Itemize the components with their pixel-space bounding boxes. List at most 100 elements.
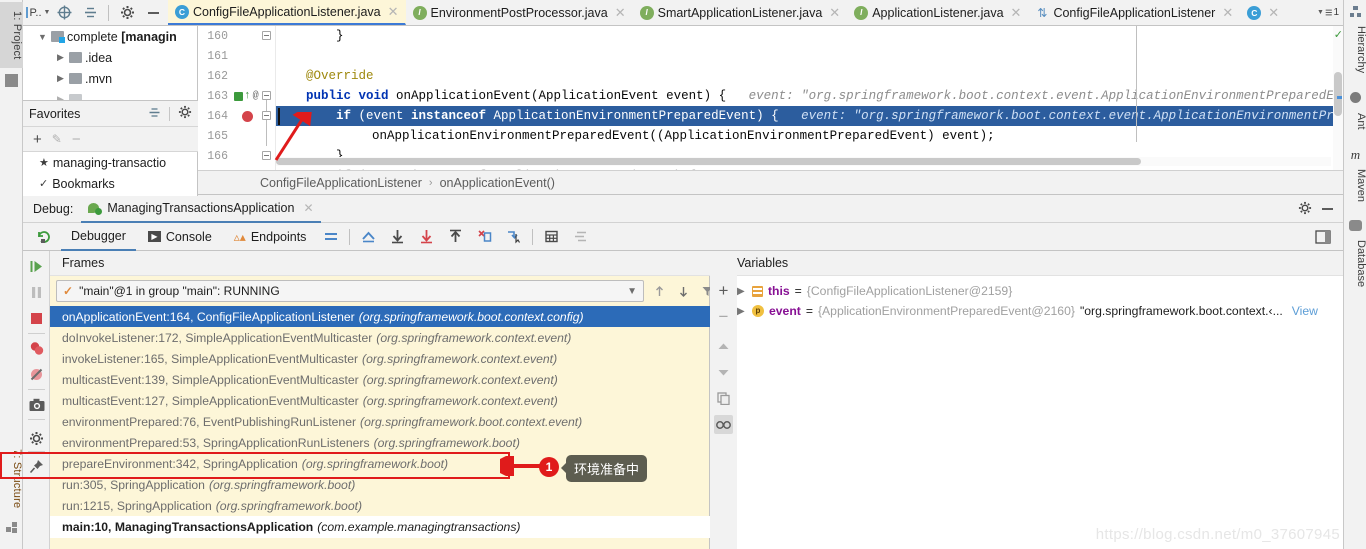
minimize-icon[interactable] [1322, 208, 1333, 210]
database-tab[interactable]: Database [1344, 234, 1366, 294]
watches-icon[interactable] [714, 415, 733, 434]
project-view-selector[interactable]: P.. ▼ [25, 2, 50, 24]
table-row[interactable]: multicastEvent:127, SimpleApplicationEve… [50, 390, 710, 411]
tab-environment-post-processor[interactable]: I EnvironmentPostProcessor.java ✕ [406, 0, 633, 25]
close-icon[interactable]: ✕ [1011, 5, 1022, 21]
remove-icon[interactable]: − [72, 132, 81, 147]
tab-extra[interactable]: C ✕ [1240, 0, 1286, 25]
vertical-scrollbar[interactable]: ✓ [1333, 26, 1343, 170]
list-item[interactable]: ★ managing-transactio [23, 152, 197, 173]
copy-icon[interactable] [714, 389, 733, 408]
variable-row-event[interactable]: ▶ p event = {ApplicationEnvironmentPrepa… [737, 301, 1318, 321]
collapse-all-icon[interactable] [79, 2, 101, 24]
move-down-icon[interactable] [714, 363, 733, 382]
tab-smart-application-listener[interactable]: I SmartApplicationListener.java ✕ [633, 0, 848, 25]
remove-icon[interactable]: − [714, 307, 733, 326]
fold-marker-icon[interactable] [262, 111, 271, 120]
tab-list-icon[interactable]: ▼ 1 [1317, 2, 1339, 24]
settings-icon[interactable] [27, 429, 46, 448]
gear-icon[interactable] [178, 105, 192, 122]
structure-tool-tab[interactable]: 7: Structure [0, 440, 23, 518]
chevron-right-icon[interactable]: ▶ [55, 73, 66, 84]
breakpoint-icon[interactable] [242, 110, 253, 122]
frames-list[interactable]: onApplicationEvent:164, ConfigFileApplic… [50, 306, 710, 549]
arrow-up-icon[interactable] [648, 280, 670, 302]
gear-icon[interactable] [116, 2, 138, 24]
bookmark-icon[interactable] [234, 91, 243, 101]
editor-gutter[interactable]: 160 161 162 163 ↑ @ 164 165 166 [198, 26, 276, 170]
restore-layout-icon[interactable] [1315, 229, 1343, 244]
layout-icon[interactable] [318, 231, 344, 243]
thread-selector[interactable]: ✓ "main"@1 in group "main": RUNNING ▼ [56, 280, 644, 302]
pin-icon[interactable] [27, 457, 46, 476]
debug-session-tab[interactable]: ManagingTransactionsApplication ✕ [81, 196, 321, 223]
settings-list-icon[interactable] [567, 229, 594, 244]
table-row[interactable]: multicastEvent:139, SimpleApplicationEve… [50, 369, 710, 390]
table-row[interactable]: environmentPrepared:53, SpringApplicatio… [50, 432, 710, 453]
implementing-method-icon[interactable]: ↑ [244, 90, 251, 102]
project-tool-tab[interactable]: 1: Project [0, 2, 23, 68]
close-icon[interactable]: ✕ [303, 201, 313, 215]
tab-application-listener[interactable]: I ApplicationListener.java ✕ [847, 0, 1028, 25]
view-breakpoints-icon[interactable] [27, 339, 46, 358]
tab-config-file-application-listener[interactable]: C ConfigFileApplicationListener.java ✕ [168, 0, 406, 25]
crosshair-icon[interactable] [53, 2, 75, 24]
pause-program-icon[interactable] [27, 283, 46, 302]
table-row[interactable]: main:10, ManagingTransactionsApplication… [50, 516, 710, 538]
tree-item-mvn[interactable]: ▶ .mvn [23, 68, 197, 89]
ant-tab[interactable]: Ant [1344, 106, 1366, 136]
table-row[interactable]: doInvokeListener:172, SimpleApplicationE… [50, 327, 710, 348]
fold-marker-icon[interactable] [262, 151, 271, 160]
close-icon[interactable]: ✕ [1222, 5, 1233, 21]
chevron-right-icon[interactable]: ▶ [55, 52, 66, 63]
table-row[interactable]: run:1215, SpringApplication (org.springf… [50, 495, 710, 516]
breadcrumb-item-method[interactable]: onApplicationEvent() [440, 176, 555, 190]
arrow-down-icon[interactable] [672, 280, 694, 302]
tab-endpoints[interactable]: ▵▴ Endpoints [224, 223, 317, 251]
fold-marker-icon[interactable] [262, 31, 271, 40]
tab-console[interactable]: ▶ Console [138, 223, 222, 251]
tab-config-file-application-listener-structure[interactable]: ⇅ ConfigFileApplicationListener ✕ [1028, 0, 1240, 25]
horizontal-scrollbar[interactable] [276, 157, 1331, 166]
maven-tab[interactable]: Maven [1344, 164, 1366, 208]
mute-breakpoints-icon[interactable] [27, 365, 46, 384]
move-up-icon[interactable] [714, 337, 733, 356]
add-icon[interactable]: + [33, 132, 42, 147]
chevron-down-icon[interactable]: ▼ [37, 32, 48, 42]
view-link[interactable]: View [1292, 304, 1318, 318]
breadcrumb-item-class[interactable]: ConfigFileApplicationListener [260, 176, 422, 190]
screenshot-icon[interactable] [27, 395, 46, 414]
favorites-list[interactable]: ★ managing-transactio ✓ Bookmarks [23, 152, 198, 196]
table-row[interactable]: onApplicationEvent:164, ConfigFileApplic… [50, 306, 710, 327]
resume-program-icon[interactable] [27, 257, 46, 276]
scrollbar-thumb[interactable] [1334, 72, 1342, 116]
gear-icon[interactable] [1298, 201, 1312, 218]
close-icon[interactable]: ✕ [388, 4, 399, 20]
code-editor[interactable]: 160 161 162 163 ↑ @ 164 165 166} @Overr… [198, 26, 1343, 170]
chevron-right-icon[interactable]: ▶ [737, 306, 747, 317]
code-text-area[interactable]: } @Override public void onApplicationEve… [276, 26, 1343, 170]
edit-icon[interactable]: ✎ [52, 132, 62, 146]
run-to-cursor-icon[interactable] [500, 229, 527, 244]
rerun-icon[interactable] [29, 229, 59, 245]
variable-row-this[interactable]: ▶ this = {ConfigFileApplicationListener@… [737, 281, 1012, 301]
step-into-icon[interactable] [413, 229, 440, 244]
chevron-right-icon[interactable]: ▶ [737, 286, 747, 297]
step-out-icon[interactable] [442, 229, 469, 244]
list-item[interactable]: ✓ Bookmarks [23, 173, 197, 194]
hierarchy-tab[interactable]: Hierarchy [1344, 20, 1366, 80]
tab-debugger[interactable]: Debugger [61, 223, 136, 251]
drop-frame-icon[interactable] [471, 229, 498, 244]
table-row[interactable]: environmentPrepared:76, EventPublishingR… [50, 411, 710, 432]
fold-marker-icon[interactable] [262, 91, 271, 100]
add-icon[interactable]: + [714, 281, 733, 300]
hide-icon[interactable] [142, 2, 164, 24]
close-icon[interactable]: ✕ [615, 5, 626, 21]
scrollbar-thumb[interactable] [276, 158, 1141, 165]
collapse-all-icon[interactable] [148, 106, 161, 122]
step-over-icon[interactable] [384, 229, 411, 244]
tree-item-idea[interactable]: ▶ .idea [23, 47, 197, 68]
chevron-down-icon[interactable]: ▼ [627, 286, 637, 297]
close-icon[interactable]: ✕ [829, 5, 840, 21]
show-execution-point-icon[interactable] [355, 229, 382, 244]
